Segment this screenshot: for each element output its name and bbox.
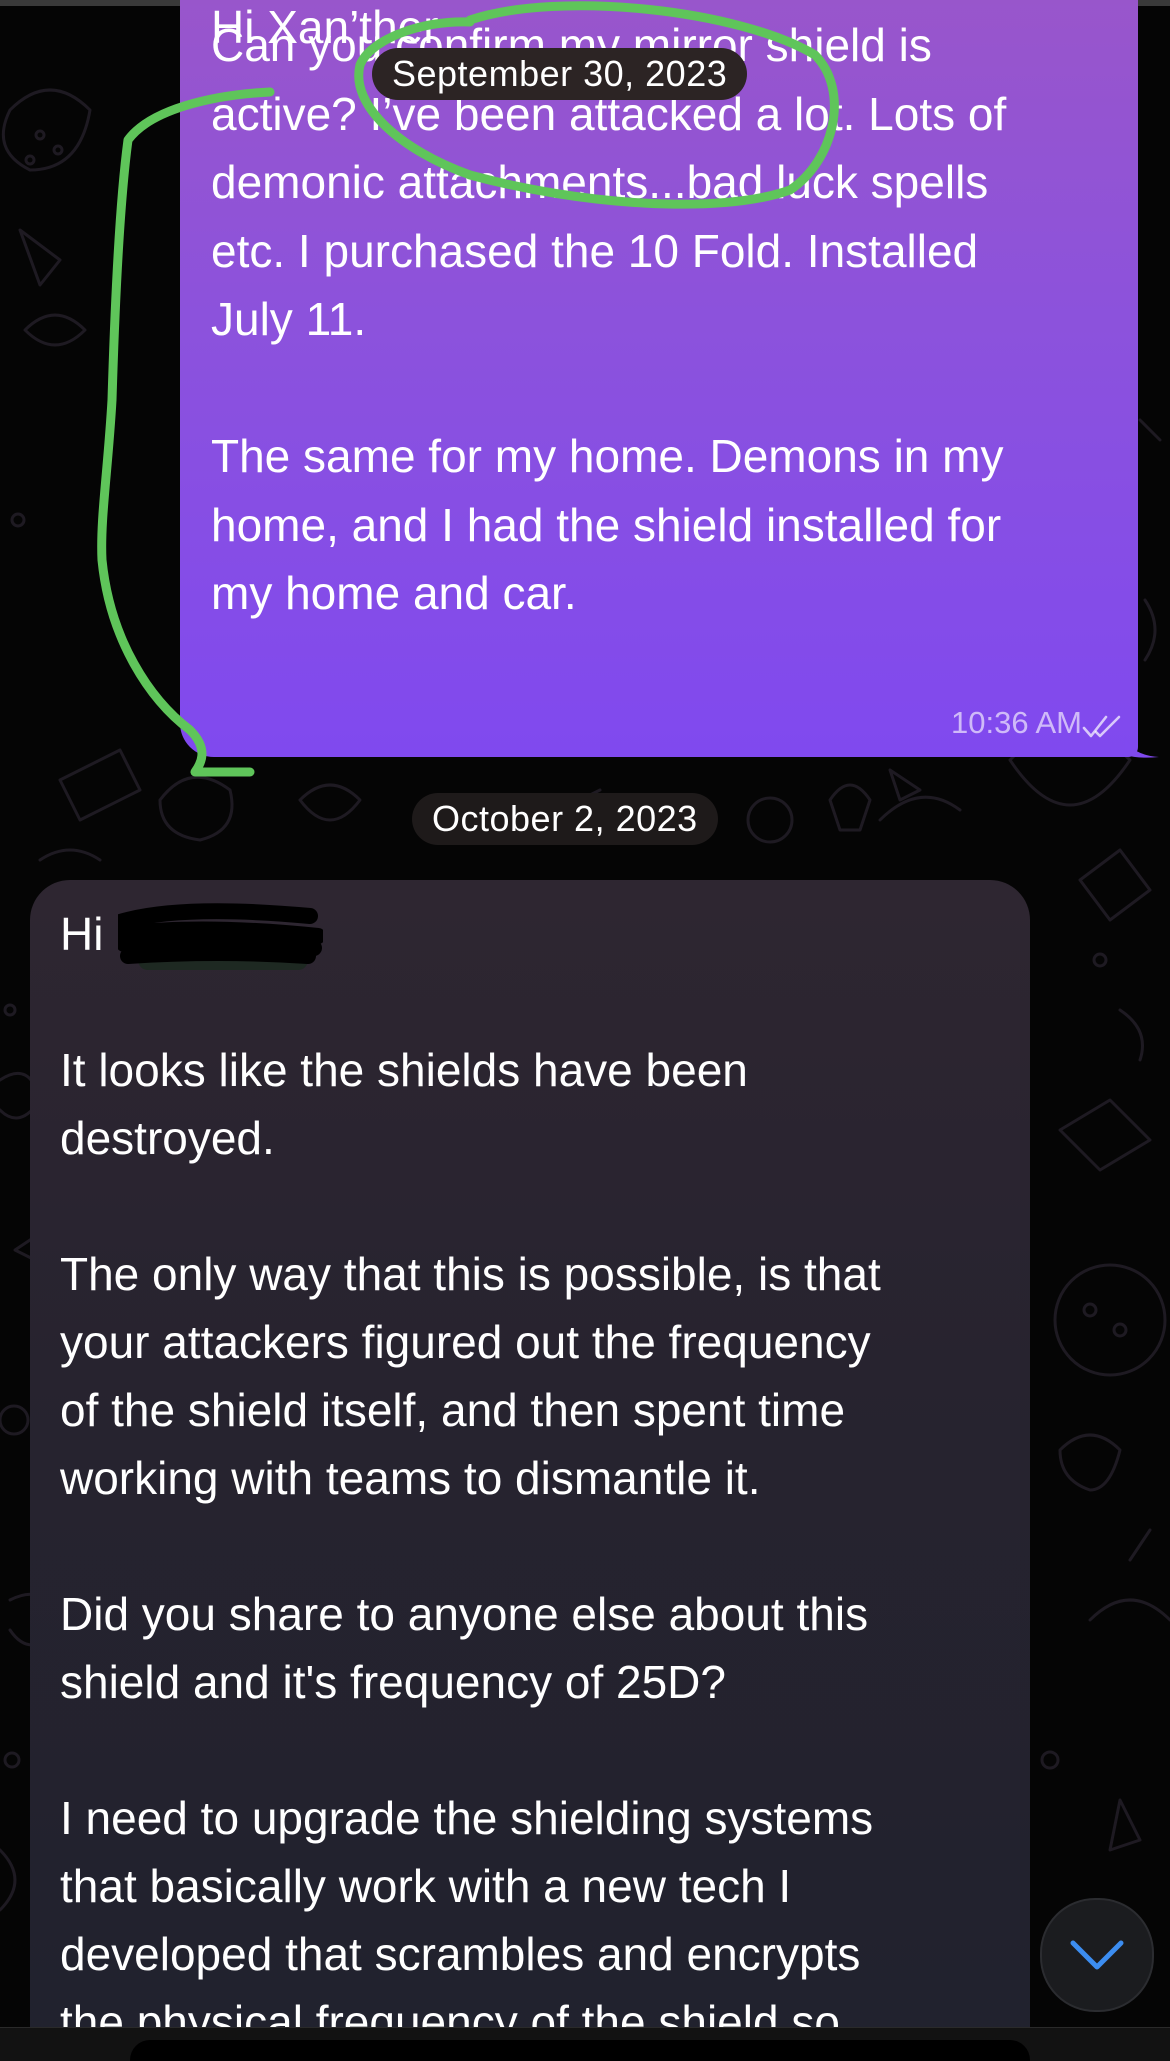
incoming-message-bubble[interactable]: Hi It looks like the shields have been d… <box>30 880 1030 2061</box>
date-separator: September 30, 2023 <box>372 48 748 100</box>
double-check-icon <box>1082 714 1122 743</box>
outgoing-message-text: Can you confirm my mirror shield is acti… <box>211 19 1007 619</box>
incoming-message-text: Hi It looks like the shields have been d… <box>60 900 1020 2056</box>
scroll-to-bottom-button[interactable] <box>1040 1898 1154 2012</box>
message-input-field[interactable] <box>130 2040 1030 2061</box>
incoming-body: It looks like the shields have been dest… <box>60 1044 881 2048</box>
chat-screen: Can you confirm my mirror shield is acti… <box>0 0 1170 2061</box>
bubble-tail <box>1125 737 1159 758</box>
date-separator: October 2, 2023 <box>412 793 718 845</box>
incoming-greeting: Hi <box>60 908 117 960</box>
redaction-scribble <box>118 903 323 970</box>
outgoing-message-bubble[interactable]: Can you confirm my mirror shield is acti… <box>180 0 1138 757</box>
outgoing-message-top-line: Hi Xan’ther <box>211 1 439 53</box>
message-input-bar <box>0 2027 1170 2061</box>
message-timestamp: 10:36 AM <box>951 705 1082 740</box>
chevron-down-icon <box>1070 1940 1124 1970</box>
